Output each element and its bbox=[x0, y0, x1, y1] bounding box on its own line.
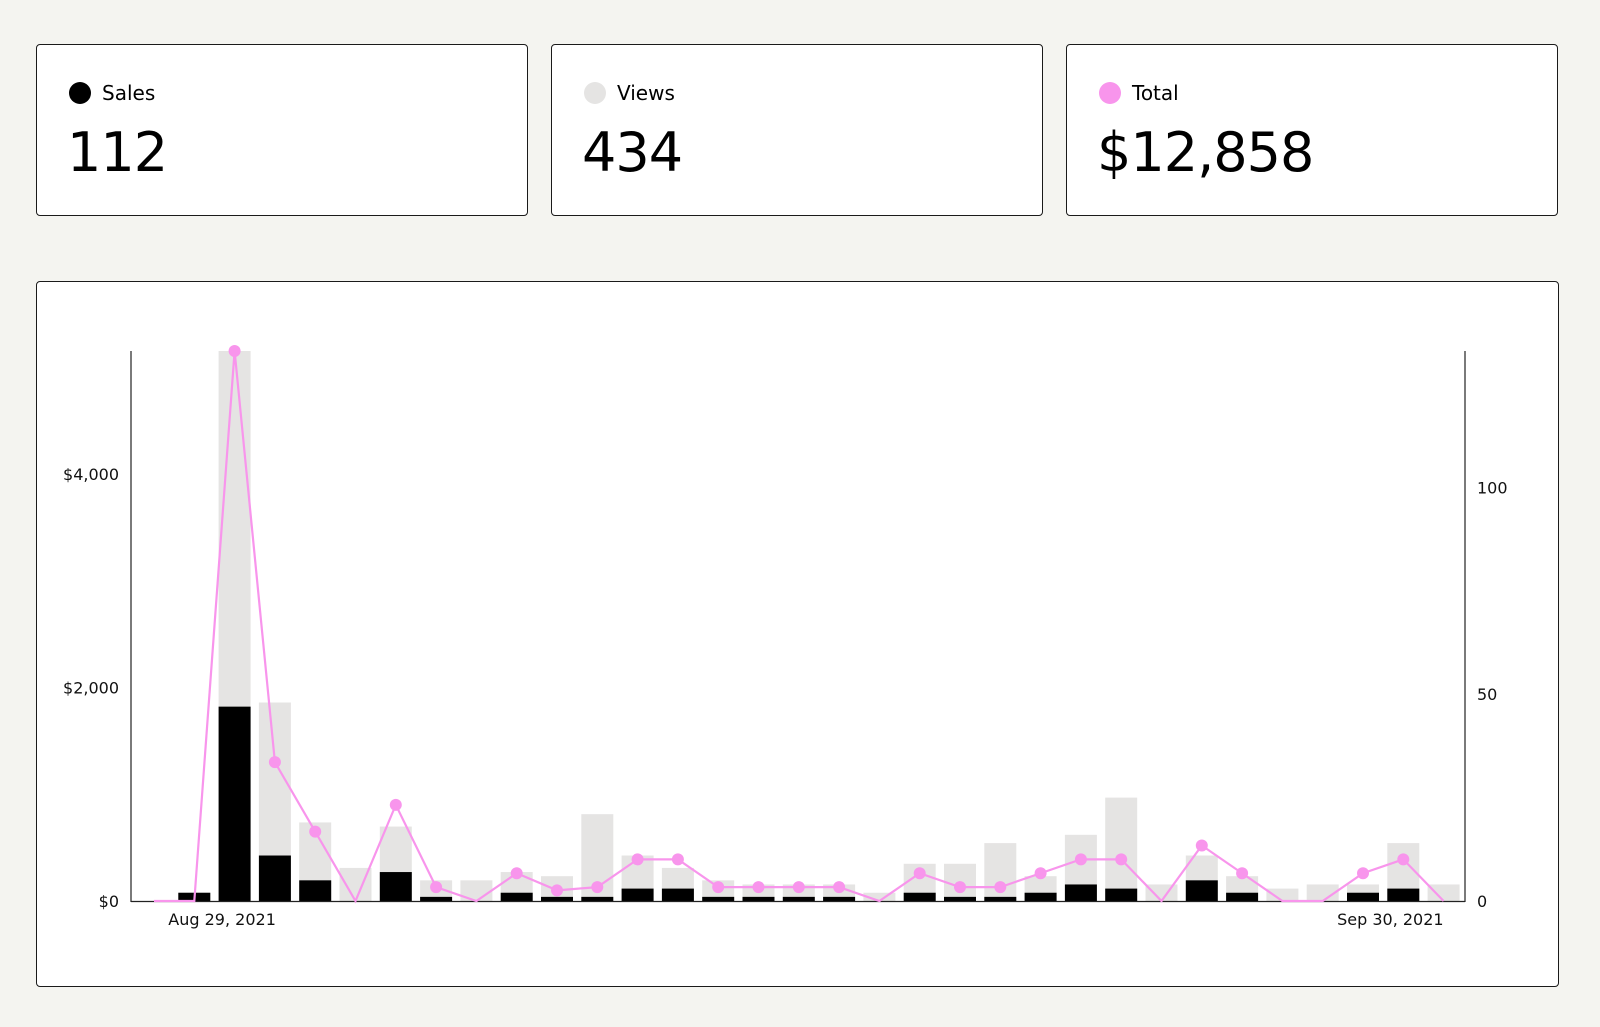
views-bar bbox=[1427, 884, 1460, 901]
sales-bar bbox=[1387, 888, 1420, 901]
chart-card: $0 $2,000 $4,000 0 50 100 Aug 29, 2021 Sep 30, … bbox=[36, 281, 1559, 987]
total-point bbox=[792, 881, 805, 894]
views-stat-card: Views 434 bbox=[551, 44, 1043, 216]
views-value: 434 bbox=[582, 121, 683, 184]
total-point bbox=[1357, 867, 1369, 880]
sales-bar bbox=[944, 896, 976, 901]
sales-bar bbox=[823, 896, 856, 901]
total-point bbox=[913, 867, 926, 880]
total-point bbox=[1034, 867, 1047, 880]
total-point bbox=[671, 853, 684, 866]
combo-chart: $0 $2,000 $4,000 0 50 100 Aug 29, 2021 Sep 30, … bbox=[63, 345, 1508, 929]
sales-bar bbox=[581, 896, 614, 901]
total-point bbox=[309, 825, 322, 838]
sales-bar bbox=[1105, 888, 1138, 901]
sales-bar bbox=[661, 888, 694, 901]
total-point bbox=[712, 881, 725, 894]
left-tick-label: $0 bbox=[99, 892, 119, 911]
sales-dot-icon bbox=[69, 82, 91, 104]
total-point bbox=[1195, 839, 1208, 852]
total-point bbox=[954, 881, 966, 894]
sales-bar bbox=[742, 896, 775, 901]
total-point bbox=[994, 881, 1007, 894]
sales-bar bbox=[1347, 892, 1379, 901]
sales-bar bbox=[218, 706, 251, 901]
left-tick-label: $4,000 bbox=[63, 465, 119, 484]
total-point bbox=[631, 853, 644, 866]
sales-bar bbox=[420, 896, 453, 901]
total-point bbox=[510, 867, 523, 880]
sales-legend: Sales bbox=[69, 81, 155, 105]
total-dot-icon bbox=[1099, 82, 1121, 104]
total-point bbox=[268, 756, 281, 769]
views-bar bbox=[1105, 797, 1138, 901]
right-tick-label: 50 bbox=[1477, 685, 1497, 704]
views-legend: Views bbox=[584, 81, 675, 105]
sales-bar bbox=[258, 855, 291, 901]
total-point bbox=[228, 345, 241, 357]
sales-bar bbox=[702, 896, 735, 901]
sales-bar bbox=[379, 872, 412, 901]
sales-stat-card: Sales 112 bbox=[36, 44, 528, 216]
sales-bar bbox=[299, 880, 332, 901]
total-point bbox=[1397, 853, 1410, 866]
total-point bbox=[833, 881, 846, 894]
left-tick-label: $2,000 bbox=[63, 678, 119, 697]
total-point bbox=[389, 798, 402, 811]
total-label: Total bbox=[1132, 81, 1179, 105]
sales-bar bbox=[984, 896, 1017, 901]
views-label: Views bbox=[617, 81, 675, 105]
total-point bbox=[551, 884, 563, 897]
sales-bar bbox=[1064, 884, 1097, 901]
total-value: $12,858 bbox=[1097, 121, 1314, 184]
total-stat-card: Total $12,858 bbox=[1066, 44, 1558, 216]
views-bar bbox=[1266, 888, 1299, 901]
total-line bbox=[154, 350, 1445, 904]
right-tick-label: 0 bbox=[1477, 892, 1487, 911]
sales-bar bbox=[621, 888, 654, 901]
total-legend: Total bbox=[1099, 81, 1179, 105]
sales-bar bbox=[500, 892, 533, 901]
total-point bbox=[591, 881, 604, 894]
right-tick-label: 100 bbox=[1477, 478, 1508, 497]
sales-bar bbox=[1185, 880, 1218, 901]
views-dot-icon bbox=[584, 82, 606, 104]
total-point bbox=[1236, 867, 1249, 880]
total-point bbox=[1074, 853, 1087, 866]
x-end-label: Sep 30, 2021 bbox=[1337, 910, 1444, 929]
sales-bar bbox=[541, 896, 573, 901]
sales-bar bbox=[782, 896, 815, 901]
x-start-label: Aug 29, 2021 bbox=[168, 910, 276, 929]
sales-bar bbox=[903, 892, 936, 901]
sales-value: 112 bbox=[67, 121, 168, 184]
total-point bbox=[752, 881, 765, 894]
sales-bar bbox=[1226, 892, 1259, 901]
sales-bar bbox=[1024, 892, 1057, 901]
sales-label: Sales bbox=[102, 81, 156, 105]
total-point bbox=[1115, 853, 1128, 866]
total-point bbox=[430, 881, 443, 894]
